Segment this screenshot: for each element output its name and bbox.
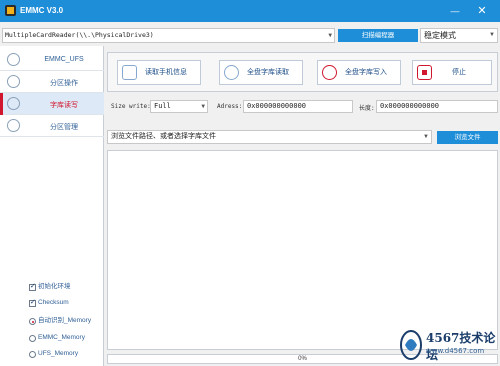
sidebar-item-label: 分区操作: [50, 80, 78, 87]
chevron-down-icon: ▼: [201, 103, 205, 110]
sidebar-item-label: 分区管理: [50, 124, 78, 131]
stop-label: 停止: [452, 69, 466, 76]
sidebar-item-emmc-ufs[interactable]: EMMC_UFS: [0, 49, 104, 71]
manage-icon: [7, 119, 20, 132]
length-input[interactable]: 0x000000000000: [376, 100, 498, 113]
address-value: 0x000000000000: [247, 102, 307, 110]
sidebar-item-partition-manage[interactable]: 分区管理: [0, 115, 104, 137]
mode-select[interactable]: 稳定模式 ▼: [420, 28, 498, 43]
chevron-down-icon: ▼: [328, 32, 332, 39]
disk-read-icon: [224, 65, 239, 80]
phone-icon: [122, 65, 137, 80]
minimize-button[interactable]: —: [447, 3, 463, 19]
ufs-memory-radio[interactable]: [29, 351, 36, 358]
watermark-logo-icon: [400, 330, 422, 360]
checksum-label: Checksum: [38, 299, 69, 306]
partition-icon: [7, 75, 20, 88]
emmc-memory-label: EMMC_Memory: [38, 334, 85, 341]
read-full-disk-label: 全盘字库读取: [247, 69, 289, 76]
sidebar-item-label: 字库读写: [50, 102, 78, 109]
chevron-down-icon: ▼: [423, 134, 429, 140]
disk-write-icon: [322, 65, 337, 80]
stop-icon: [417, 65, 432, 80]
emmc-memory-radio[interactable]: [29, 335, 36, 342]
drive-select[interactable]: MultipleCardReader(\\.\PhysicalDrive3) ▼: [2, 28, 335, 43]
size-write-label: Size write:: [111, 103, 151, 110]
watermark-url: www.d4567.com: [426, 347, 485, 355]
size-write-value: Full: [154, 102, 171, 110]
ufs-memory-label: UFS_Memory: [38, 350, 79, 357]
write-full-disk-label: 全盘字库写入: [345, 69, 387, 76]
auto-memory-label: 自动识别_Memory: [38, 317, 92, 324]
init-env-label: 初始化环境: [38, 283, 71, 290]
action-bar: 读取手机信息 全盘字库读取 全盘字库写入 停止: [107, 52, 498, 92]
write-params: Size write: Full ▼ Adress: 0x00000000000…: [107, 98, 498, 116]
read-full-disk-button[interactable]: 全盘字库读取: [219, 60, 303, 85]
chevron-down-icon: ▼: [489, 32, 495, 38]
sidebar-item-font-rw[interactable]: 字库读写: [0, 93, 104, 115]
chip-icon: [7, 53, 20, 66]
sidebar: EMMC_UFS 分区操作 字库读写 分区管理 初始化环境 Checksum 自…: [0, 46, 104, 366]
checksum-checkbox[interactable]: [29, 298, 36, 307]
watermark: 4567技术论坛 www.d4567.com: [396, 325, 500, 365]
scan-programmer-button[interactable]: 扫描编程器: [338, 29, 418, 42]
close-button[interactable]: ✕: [474, 3, 490, 19]
log-area[interactable]: [107, 150, 498, 350]
sidebar-item-label: EMMC_UFS: [44, 56, 84, 63]
edit-icon: [7, 97, 20, 110]
drive-select-value: MultipleCardReader(\\.\PhysicalDrive3): [5, 31, 154, 39]
sidebar-item-partition-ops[interactable]: 分区操作: [0, 71, 104, 93]
watermark-title: 4567技术论坛: [426, 331, 496, 362]
auto-memory-radio[interactable]: [29, 318, 36, 325]
address-label: Adress:: [217, 103, 243, 110]
file-path-select[interactable]: 浏览文件路径、或者选择字库文件 ▼: [107, 130, 432, 144]
device-toolbar: MultipleCardReader(\\.\PhysicalDrive3) ▼…: [0, 26, 500, 46]
file-path-placeholder: 浏览文件路径、或者选择字库文件: [111, 133, 216, 140]
stop-button[interactable]: 停止: [412, 60, 492, 85]
read-phone-info-button[interactable]: 读取手机信息: [117, 60, 201, 85]
app-icon: [5, 5, 16, 16]
file-row: 浏览文件路径、或者选择字库文件 ▼ 浏览文件: [107, 128, 498, 145]
window-title: EMMC V3.0: [20, 6, 64, 15]
init-env-checkbox[interactable]: [29, 282, 36, 291]
title-bar: EMMC V3.0 — ✕: [0, 0, 500, 22]
length-label: 长度:: [359, 105, 375, 112]
size-write-select[interactable]: Full ▼: [150, 100, 208, 113]
address-input[interactable]: 0x000000000000: [243, 100, 353, 113]
mode-select-value: 稳定模式: [424, 31, 456, 40]
write-full-disk-button[interactable]: 全盘字库写入: [317, 60, 401, 85]
browse-file-button[interactable]: 浏览文件: [437, 131, 498, 144]
length-value: 0x000000000000: [380, 102, 440, 110]
read-phone-info-label: 读取手机信息: [145, 69, 187, 76]
